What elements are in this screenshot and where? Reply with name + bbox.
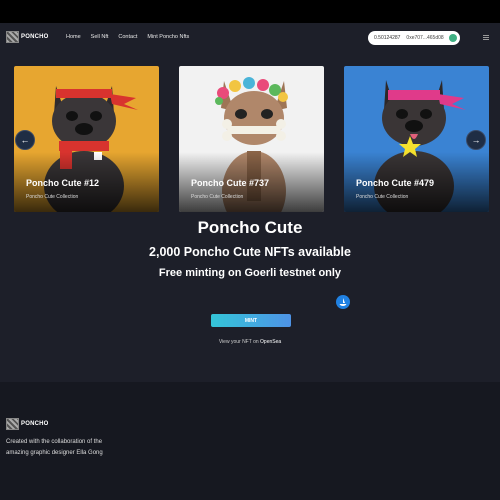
view-nft-text: View your NFT on OpenSea — [0, 339, 500, 345]
card-collection: Poncho Cute Collection — [356, 194, 409, 200]
brand-name: PONCHO — [21, 34, 49, 40]
view-nft-prefix: View your NFT on — [218, 339, 261, 345]
wallet-address: 0xe707...465d08 — [406, 35, 444, 41]
nav-link-home[interactable]: Home — [66, 34, 81, 40]
nav-link-contact[interactable]: Contact — [118, 34, 137, 40]
footer-brand-name: PONCHO — [21, 421, 49, 427]
arrow-left-icon: ← — [20, 135, 30, 145]
hero-title: Poncho Cute — [197, 218, 303, 237]
footer-description: Created with the collaboration of the am… — [6, 439, 103, 456]
card-title: Poncho Cute #479 — [356, 178, 435, 188]
ship-icon — [339, 298, 347, 306]
wallet-button[interactable]: 0.50124287 0xe707...465d08 — [368, 31, 460, 45]
card-title: Poncho Cute #12 — [26, 178, 100, 188]
brand-logo[interactable]: PONCHO — [6, 31, 49, 43]
nft-card-12[interactable]: Poncho Cute #12 Poncho Cute Collection — [14, 66, 159, 212]
nft-card-737[interactable]: Poncho Cute #737 Poncho Cute Collection — [179, 66, 324, 212]
card-title: Poncho Cute #737 — [191, 178, 270, 188]
carousel-prev-button[interactable]: ← — [15, 130, 35, 150]
footer-logo[interactable]: PONCHO — [6, 418, 49, 430]
nav-links: Home Sell Nft Contact Mint Poncho Nfts — [66, 34, 189, 40]
menu-icon[interactable] — [483, 35, 489, 40]
opensea-icon[interactable] — [336, 295, 350, 309]
nav-link-sell-nft[interactable]: Sell Nft — [91, 34, 109, 40]
opensea-link[interactable]: OpenSea — [260, 339, 281, 345]
hero-subtitle: 2,000 Poncho Cute NFTs available — [149, 245, 351, 259]
wallet-balance: 0.50124287 — [374, 35, 401, 41]
mint-button[interactable]: MINT — [211, 314, 291, 327]
hero-tagline: Free minting on Goerli testnet only — [158, 267, 342, 279]
carousel-next-button[interactable]: → — [466, 130, 486, 150]
wallet-avatar — [449, 34, 457, 42]
card-collection: Poncho Cute Collection — [191, 194, 244, 200]
logo-image — [6, 31, 19, 43]
arrow-right-icon: → — [471, 135, 481, 145]
card-collection: Poncho Cute Collection — [26, 194, 79, 200]
logo-image — [6, 418, 19, 430]
nav-link-mint[interactable]: Mint Poncho Nfts — [147, 34, 189, 40]
